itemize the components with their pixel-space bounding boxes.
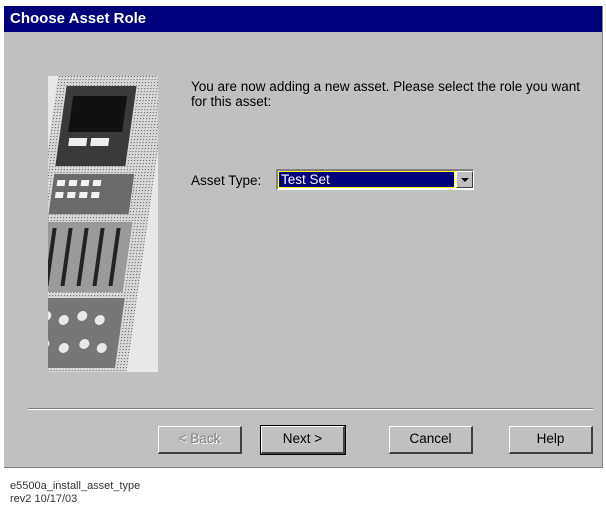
- separator: [28, 408, 593, 410]
- cancel-button[interactable]: Cancel: [389, 426, 473, 454]
- asset-type-selected-value: Test Set: [278, 171, 455, 188]
- caption-filename: e5500a_install_asset_type: [10, 480, 141, 492]
- equipment-image: [48, 76, 158, 372]
- instruction-text: You are now adding a new asset. Please s…: [191, 79, 581, 109]
- figure-caption: e5500a_install_asset_type rev2 10/17/03: [10, 480, 140, 506]
- caption-revision: rev2 10/17/03: [10, 493, 78, 505]
- help-button[interactable]: Help: [509, 426, 593, 454]
- asset-type-label: Asset Type:: [191, 173, 262, 188]
- back-button[interactable]: < Back: [158, 426, 242, 454]
- asset-type-select[interactable]: Test Set: [276, 169, 474, 190]
- chevron-down-icon[interactable]: [456, 171, 473, 188]
- choose-asset-role-dialog: Choose Asset Role You are now adding a n…: [4, 6, 603, 468]
- next-button[interactable]: Next >: [260, 425, 346, 455]
- dialog-title: Choose Asset Role: [4, 6, 602, 32]
